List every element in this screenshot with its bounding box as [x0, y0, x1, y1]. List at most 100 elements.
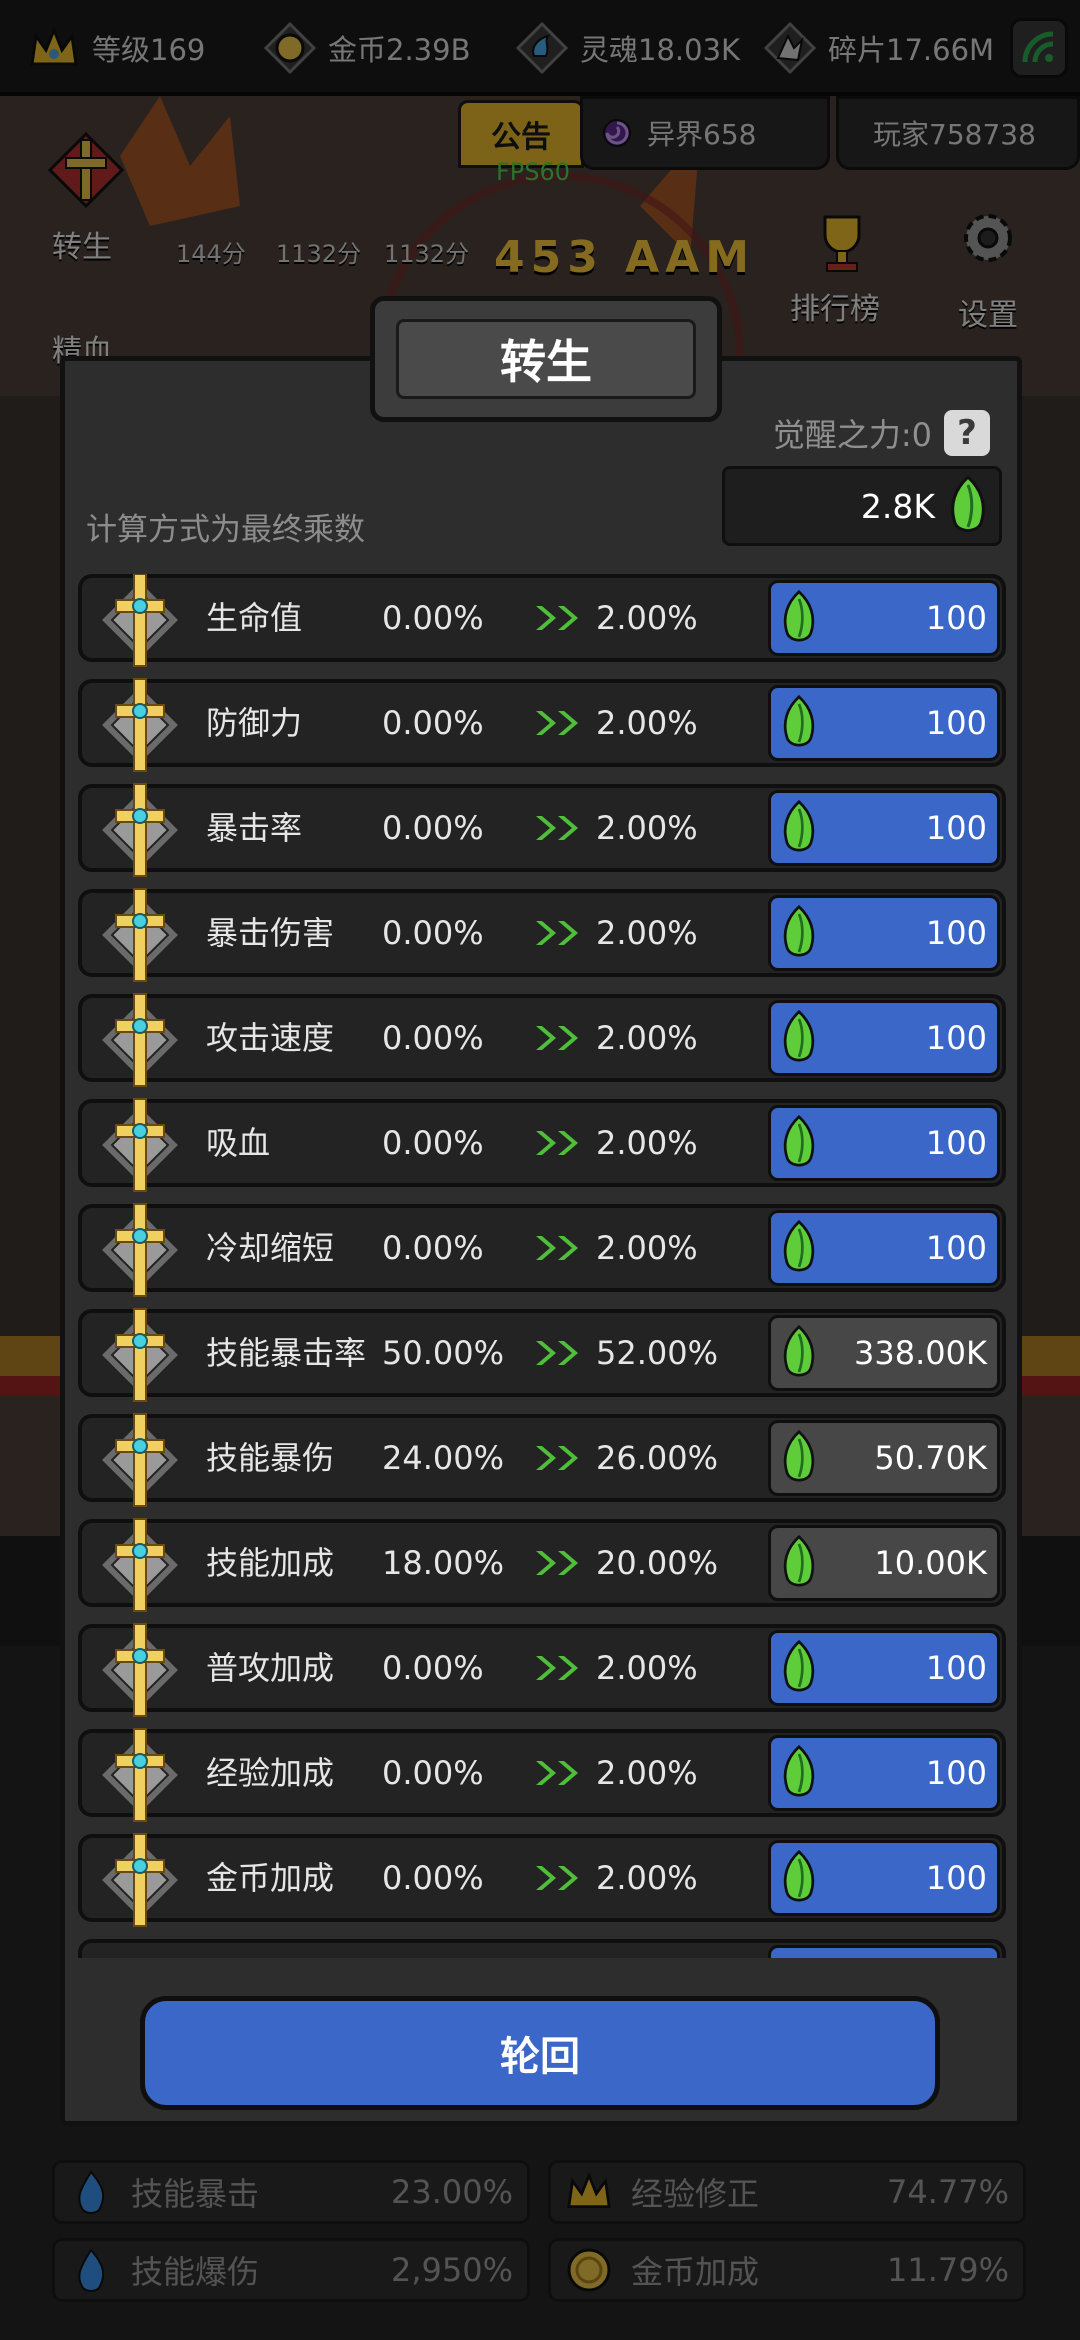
upgrade-name: 暴击率 [206, 809, 303, 847]
upgrade-list[interactable]: 生命值 0.00% 2.00% 100 防御力 0.00% 2.00% 100 … [78, 574, 1006, 1958]
balance-value: 2.8K [860, 486, 935, 526]
upgrade-cost-button[interactable]: 100 [768, 1840, 1000, 1916]
next-value: 2.00% [596, 1229, 698, 1267]
current-value: 0.00% [382, 1019, 484, 1057]
cross-emblem-icon [90, 1620, 190, 1720]
upgrade-cost-button[interactable]: 100 [768, 1735, 1000, 1811]
next-value: 2.00% [596, 1859, 698, 1897]
double-arrow-icon [532, 1652, 586, 1684]
upgrade-name: 暴击伤害 [206, 914, 335, 952]
upgrade-cost-button[interactable]: 100 [768, 895, 1000, 971]
current-value: 0.00% [382, 599, 484, 637]
cross-emblem-icon [90, 1830, 190, 1930]
cross-emblem-icon [90, 574, 190, 670]
next-value: 2.00% [596, 1649, 698, 1687]
next-value: 2.00% [596, 704, 698, 742]
current-value: 0.00% [382, 1229, 484, 1267]
double-arrow-icon [532, 1127, 586, 1159]
upgrade-row-7: 技能暴击率 50.00% 52.00% 338.00K [78, 1308, 1006, 1402]
current-value: 0.00% [382, 1754, 484, 1792]
next-value: 2.00% [596, 599, 698, 637]
cross-emblem-icon [90, 1200, 190, 1300]
next-value: 26.00% [596, 1439, 719, 1477]
upgrade-name: 防御力 [206, 704, 303, 742]
upgrade-name: 技能暴击率 [206, 1334, 367, 1372]
cost-value: 100 [925, 1754, 987, 1792]
cost-value: 100 [925, 1124, 987, 1162]
upgrade-row-8: 技能暴伤 24.00% 26.00% 50.70K [78, 1413, 1006, 1507]
cross-emblem-icon [90, 780, 190, 880]
next-value: 20.00% [596, 1544, 719, 1582]
next-value: 2.00% [596, 1124, 698, 1162]
green-crystal-icon [783, 1010, 815, 1062]
upgrade-cost-button[interactable]: 50.70K [768, 1420, 1000, 1496]
current-value: 0.00% [382, 1859, 484, 1897]
upgrade-name: 经验加成 [206, 1754, 335, 1792]
green-crystal-icon [783, 1325, 815, 1377]
green-crystal-icon [783, 800, 815, 852]
dialog-title-frame: 转生 [370, 296, 722, 422]
cross-emblem-icon [90, 1410, 190, 1510]
current-value: 0.00% [382, 1124, 484, 1162]
upgrade-cost-button[interactable]: 100 [768, 1210, 1000, 1286]
double-arrow-icon [532, 1547, 586, 1579]
current-value: 50.00% [382, 1334, 505, 1372]
cost-value: 100 [925, 1649, 987, 1687]
double-arrow-icon [532, 1757, 586, 1789]
cross-emblem-icon [90, 1305, 190, 1405]
help-button[interactable]: ? [944, 410, 990, 456]
cost-value: 100 [925, 809, 987, 847]
upgrade-cost-button[interactable]: 100 [768, 580, 1000, 656]
green-crystal-icon [783, 1535, 815, 1587]
upgrade-cost-button[interactable]: 338.00K [768, 1315, 1000, 1391]
cost-value: 10.00K [874, 1544, 987, 1582]
cost-value: 338.00K [854, 1334, 987, 1372]
upgrade-name: 技能暴伤 [206, 1439, 335, 1477]
cross-emblem-icon [90, 675, 190, 775]
dialog-title: 转生 [396, 319, 696, 399]
upgrade-cost-button[interactable]: 100 [768, 1630, 1000, 1706]
upgrade-cost-button[interactable]: 100 [768, 1105, 1000, 1181]
green-crystal-icon [783, 1115, 815, 1167]
double-arrow-icon [532, 812, 586, 844]
cross-emblem-icon [90, 1515, 190, 1615]
upgrade-cost-button[interactable]: 100 [768, 1000, 1000, 1076]
upgrade-row-partial [78, 1939, 1006, 1958]
current-value: 24.00% [382, 1439, 505, 1477]
double-arrow-icon [532, 917, 586, 949]
cost-value: 100 [925, 1229, 987, 1267]
next-value: 2.00% [596, 1754, 698, 1792]
green-crystal-icon [783, 695, 815, 747]
green-crystal-icon [951, 475, 985, 532]
double-arrow-icon [532, 1442, 586, 1474]
cross-emblem-icon [90, 990, 190, 1090]
awaken-power: 觉醒之力:0 ? [773, 410, 990, 456]
cross-emblem-icon [90, 1725, 190, 1825]
green-crystal-icon [783, 905, 815, 957]
calc-note: 计算方式为最终乘数 [86, 512, 365, 548]
upgrade-name: 生命值 [206, 599, 303, 637]
crystal-balance: 2.8K [722, 466, 1002, 546]
cost-value: 50.70K [874, 1439, 987, 1477]
upgrade-cost-button[interactable]: 100 [768, 790, 1000, 866]
upgrade-name: 普攻加成 [206, 1649, 335, 1687]
cost-value: 100 [925, 599, 987, 637]
upgrade-row-6: 冷却缩短 0.00% 2.00% 100 [78, 1203, 1006, 1297]
cost-value: 100 [925, 1019, 987, 1057]
cost-value: 100 [925, 1859, 987, 1897]
reincarnate-button[interactable]: 轮回 [140, 1996, 940, 2110]
cost-value: 100 [925, 704, 987, 742]
double-arrow-icon [532, 707, 586, 739]
upgrade-name: 吸血 [206, 1124, 271, 1162]
upgrade-cost-button[interactable]: 10.00K [768, 1525, 1000, 1601]
awaken-power-text: 觉醒之力:0 [772, 416, 932, 454]
double-arrow-icon [532, 1862, 586, 1894]
upgrade-row-12: 金币加成 0.00% 2.00% 100 [78, 1833, 1006, 1927]
green-crystal-icon [783, 1430, 815, 1482]
upgrade-cost-button[interactable]: 100 [768, 685, 1000, 761]
cost-value: 100 [925, 914, 987, 952]
upgrade-row-2: 暴击率 0.00% 2.00% 100 [78, 783, 1006, 877]
upgrade-cost-button[interactable] [768, 1945, 1000, 1958]
double-arrow-icon [532, 1232, 586, 1264]
upgrade-row-11: 经验加成 0.00% 2.00% 100 [78, 1728, 1006, 1822]
